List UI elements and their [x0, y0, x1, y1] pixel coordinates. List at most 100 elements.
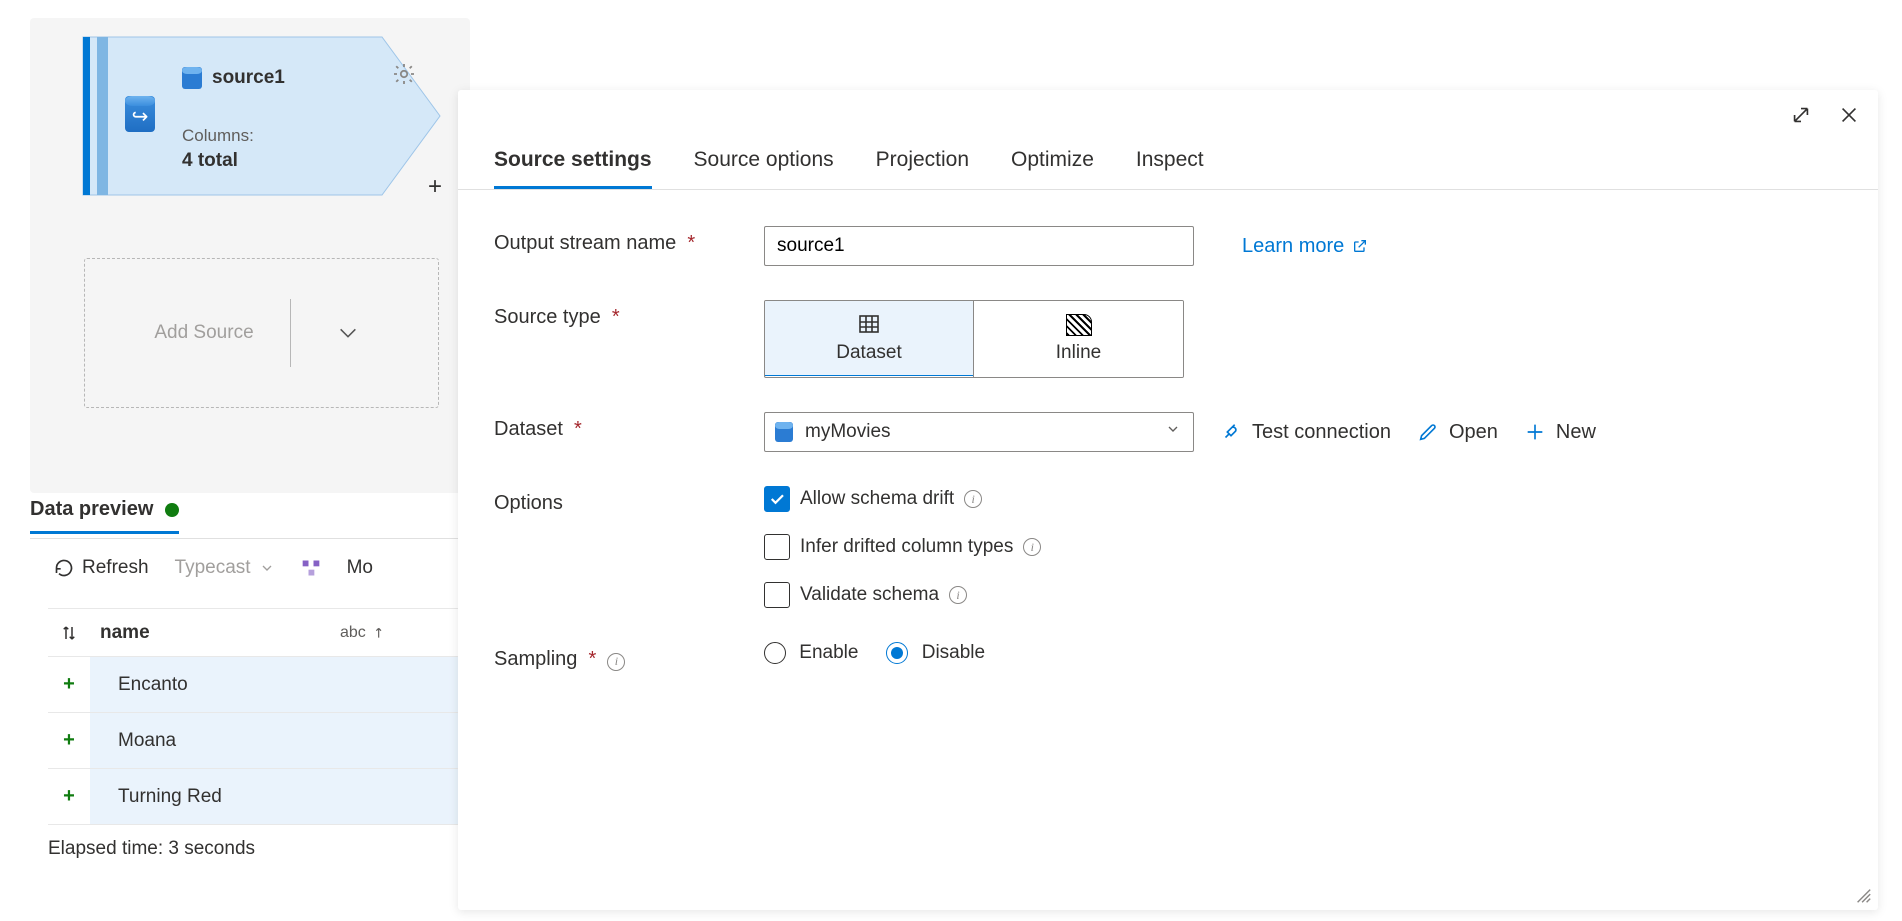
source-type-toggle: Dataset Inline [764, 300, 1184, 378]
external-link-icon [1352, 238, 1368, 254]
expand-icon[interactable] [1790, 104, 1812, 126]
table-row[interactable]: + Moana [48, 713, 458, 769]
gear-icon[interactable] [392, 62, 416, 86]
sampling-label: Sampling * i [494, 642, 764, 671]
add-step-button[interactable]: + [428, 173, 442, 201]
label-text: Dataset [494, 418, 563, 440]
info-icon[interactable]: i [607, 653, 625, 671]
columns-count: 4 total [182, 150, 238, 172]
learn-more-link[interactable]: Learn more [1242, 235, 1368, 258]
preview-toolbar: Refresh Typecast Mo [54, 557, 373, 579]
source-type-dataset[interactable]: Dataset [764, 300, 974, 376]
radio-enable[interactable] [764, 642, 786, 664]
tab-source-options[interactable]: Source options [694, 148, 834, 189]
settings-panel: Source settings Source options Projectio… [458, 90, 1878, 910]
tab-data-preview[interactable]: Data preview [30, 498, 179, 534]
info-icon[interactable]: i [1023, 538, 1041, 556]
test-connection-button[interactable]: Test connection [1220, 421, 1391, 444]
row-sampling: Sampling * i Enable Disable [494, 642, 1878, 671]
toggle-label: Inline [1056, 342, 1101, 364]
tab-source-settings[interactable]: Source settings [494, 148, 652, 189]
preview-table: name abc + Encanto + Moana + Turning Red [48, 608, 458, 825]
sampling-disable[interactable]: Disable [886, 642, 985, 664]
col-type-text: abc [340, 624, 366, 642]
node-title: source1 [212, 67, 285, 89]
row-output-stream: Output stream name * Learn more [494, 226, 1878, 266]
sql-icon [775, 422, 793, 442]
info-icon[interactable]: i [964, 490, 982, 508]
source-type-label: Source type * [494, 300, 764, 329]
checkbox-infer-drifted[interactable] [764, 534, 790, 560]
row-dataset: Dataset * myMovies Test connection [494, 412, 1878, 452]
chevron-down-icon[interactable] [327, 321, 369, 345]
typecast-label: Typecast [175, 557, 251, 579]
sort-icon[interactable] [48, 624, 90, 642]
row-added-icon: + [48, 769, 90, 824]
rule [30, 538, 460, 539]
source-type-inline[interactable]: Inline [973, 301, 1183, 377]
tab-inspect[interactable]: Inspect [1136, 148, 1204, 189]
map-drifted-button[interactable] [301, 558, 321, 578]
database-arrow-icon [125, 96, 155, 132]
row-added-icon: + [48, 657, 90, 712]
map-icon [301, 558, 321, 578]
panel-tabs: Source settings Source options Projectio… [458, 90, 1878, 190]
table-row[interactable]: + Turning Red [48, 769, 458, 825]
dataset-value: myMovies [805, 421, 891, 443]
option-validate-schema: Validate schema i [764, 582, 1041, 608]
label-text: Source type [494, 306, 601, 328]
cell-name: Encanto [90, 674, 410, 696]
refresh-button[interactable]: Refresh [54, 557, 149, 579]
data-preview-header: Data preview [30, 498, 460, 534]
row-added-icon: + [48, 713, 90, 768]
new-button[interactable]: New [1524, 421, 1596, 444]
columns-label: Columns: [182, 126, 254, 146]
sampling-enable[interactable]: Enable [764, 642, 858, 664]
test-connection-label: Test connection [1252, 421, 1391, 444]
add-source-box[interactable]: Add Source [84, 258, 439, 408]
canvas-area: source1 Columns: 4 total + Add Source [30, 18, 470, 493]
chevron-down-icon [259, 560, 275, 576]
modify-label: Mo [347, 557, 373, 579]
tab-projection[interactable]: Projection [876, 148, 969, 189]
refresh-label: Refresh [82, 557, 149, 579]
chevron-down-icon [1165, 421, 1181, 443]
column-header-name[interactable]: name [90, 622, 340, 644]
close-icon[interactable] [1838, 104, 1860, 126]
plus-icon [1524, 421, 1546, 443]
source-node-icon [120, 94, 160, 134]
toggle-label: Dataset [836, 342, 901, 364]
learn-more-text: Learn more [1242, 235, 1344, 258]
output-stream-input[interactable] [764, 226, 1194, 266]
output-stream-label: Output stream name * [494, 226, 764, 255]
typecast-button[interactable]: Typecast [175, 557, 275, 579]
node-title-row: source1 [182, 64, 402, 92]
radio-disable[interactable] [886, 642, 908, 664]
table-header-row: name abc [48, 609, 458, 657]
resize-grip-icon[interactable] [1854, 886, 1872, 904]
dataset-select[interactable]: myMovies [764, 412, 1194, 452]
radio-label: Disable [922, 642, 985, 663]
cell-name: Moana [90, 730, 410, 752]
modify-button[interactable]: Mo [347, 557, 373, 579]
sort-asc-icon[interactable] [374, 626, 388, 640]
source-node[interactable]: source1 Columns: 4 total [82, 36, 442, 196]
cell-name: Turning Red [90, 786, 410, 808]
data-preview-label: Data preview [30, 498, 153, 521]
info-icon[interactable]: i [949, 586, 967, 604]
checkbox-validate-schema[interactable] [764, 582, 790, 608]
tab-optimize[interactable]: Optimize [1011, 148, 1094, 189]
panel-controls [1790, 104, 1860, 126]
label-text: Output stream name [494, 232, 676, 254]
checkbox-allow-schema-drift[interactable] [764, 486, 790, 512]
option-infer-drifted: Infer drifted column types i [764, 534, 1041, 560]
option-label: Allow schema drift [800, 488, 954, 510]
open-button[interactable]: Open [1417, 421, 1498, 444]
radio-label: Enable [799, 642, 858, 663]
option-label: Infer drifted column types [800, 536, 1013, 558]
add-source-label: Add Source [154, 322, 253, 344]
row-options: Options Allow schema drift i Infer drift… [494, 486, 1878, 608]
table-row[interactable]: + Encanto [48, 657, 458, 713]
option-label: Validate schema [800, 584, 939, 606]
options-label: Options [494, 486, 764, 515]
